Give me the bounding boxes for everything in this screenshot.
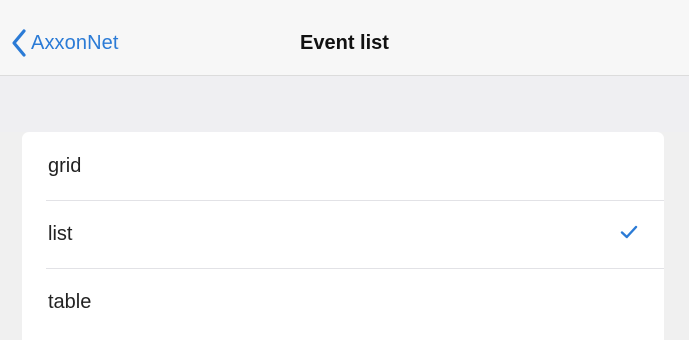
chevron-left-icon: [10, 28, 28, 58]
option-list[interactable]: list: [22, 200, 664, 268]
option-label: table: [48, 290, 92, 313]
back-button[interactable]: AxxonNet: [10, 26, 119, 60]
event-list-mode-options: grid list table: [22, 132, 664, 340]
back-button-label: AxxonNet: [31, 31, 119, 54]
option-label: list: [48, 222, 73, 245]
option-table[interactable]: table: [22, 268, 664, 336]
option-grid[interactable]: grid: [22, 132, 664, 200]
section-spacer: [0, 76, 689, 132]
checkmark-icon: [620, 224, 638, 240]
status-bar-strip: [0, 0, 689, 8]
option-label: grid: [48, 154, 82, 177]
navigation-bar: AxxonNet Event list: [0, 8, 689, 76]
